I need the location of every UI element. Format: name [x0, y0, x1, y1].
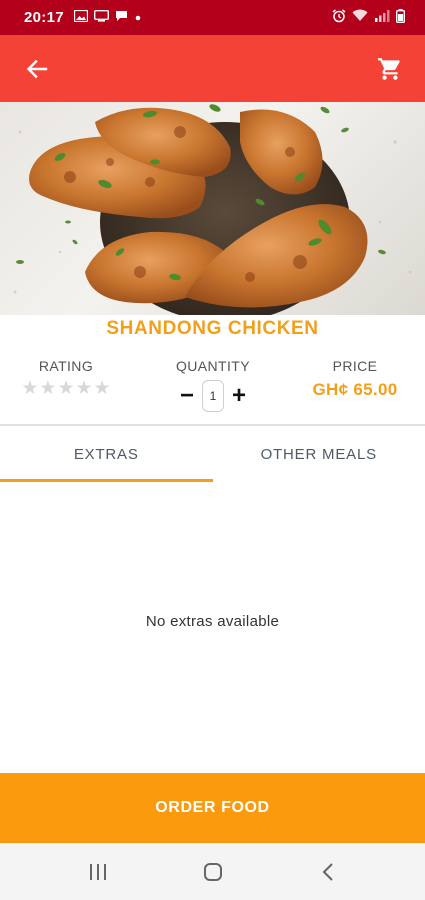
system-nav-bar — [0, 843, 425, 900]
image-icon — [73, 9, 89, 26]
back-icon — [322, 862, 333, 881]
recent-apps-icon — [89, 863, 106, 880]
status-bar: 20:17 — [0, 0, 425, 35]
star-icon[interactable]: ★ — [94, 379, 111, 399]
star-icon[interactable]: ★ — [39, 379, 56, 399]
recent-apps-button[interactable] — [78, 852, 118, 892]
food-title: SHANDONG CHICKEN — [106, 318, 319, 339]
chat-icon — [115, 9, 128, 26]
quantity-section: QUANTITY − 1 + — [163, 358, 263, 412]
back-button[interactable] — [22, 54, 52, 84]
dot-icon — [134, 9, 142, 26]
tab-bar: EXTRAS OTHER MEALS — [0, 426, 425, 482]
status-time: 20:17 — [24, 9, 64, 26]
rating-label: RATING — [38, 358, 94, 374]
status-left-icons — [73, 9, 142, 26]
quantity-stepper: − 1 + — [163, 380, 263, 412]
decrement-button[interactable]: − — [179, 384, 195, 408]
battery-icon — [395, 8, 405, 27]
price-value: GH¢ 65.00 — [312, 380, 398, 399]
rating-stars[interactable]: ★ ★ ★ ★ ★ — [16, 379, 116, 399]
food-image — [0, 102, 425, 315]
tab-other-meals[interactable]: OTHER MEALS — [213, 426, 425, 482]
home-button[interactable] — [193, 852, 233, 892]
quantity-label: QUANTITY — [176, 358, 250, 374]
status-right-icons — [332, 8, 405, 27]
home-icon — [203, 862, 222, 881]
cart-button[interactable] — [375, 54, 405, 84]
cart-icon — [378, 57, 400, 80]
alarm-icon — [332, 8, 346, 27]
star-icon[interactable]: ★ — [57, 379, 74, 399]
signal-icon — [374, 9, 390, 26]
app-bar — [0, 35, 425, 102]
extras-empty-message: No extras available — [145, 613, 280, 630]
cast-icon — [93, 9, 109, 26]
star-icon[interactable]: ★ — [21, 379, 38, 399]
wifi-icon — [352, 9, 368, 26]
tab-extras[interactable]: EXTRAS — [0, 426, 213, 482]
rating-section: RATING ★ ★ ★ ★ ★ — [16, 358, 116, 399]
screen: 20:17 SHANDONG CHICKEN RATING ★ ★ ★ ★ ★ … — [0, 0, 425, 900]
price-label: PRICE — [332, 358, 378, 374]
arrow-left-icon — [26, 59, 48, 78]
quantity-value[interactable]: 1 — [202, 380, 224, 412]
chicken-wings-illustration — [13, 104, 412, 315]
order-food-button[interactable]: ORDER FOOD — [0, 773, 425, 843]
system-back-button[interactable] — [308, 852, 348, 892]
price-section: PRICE GH¢ 65.00 — [300, 358, 410, 400]
star-icon[interactable]: ★ — [76, 379, 93, 399]
increment-button[interactable]: + — [231, 384, 247, 408]
